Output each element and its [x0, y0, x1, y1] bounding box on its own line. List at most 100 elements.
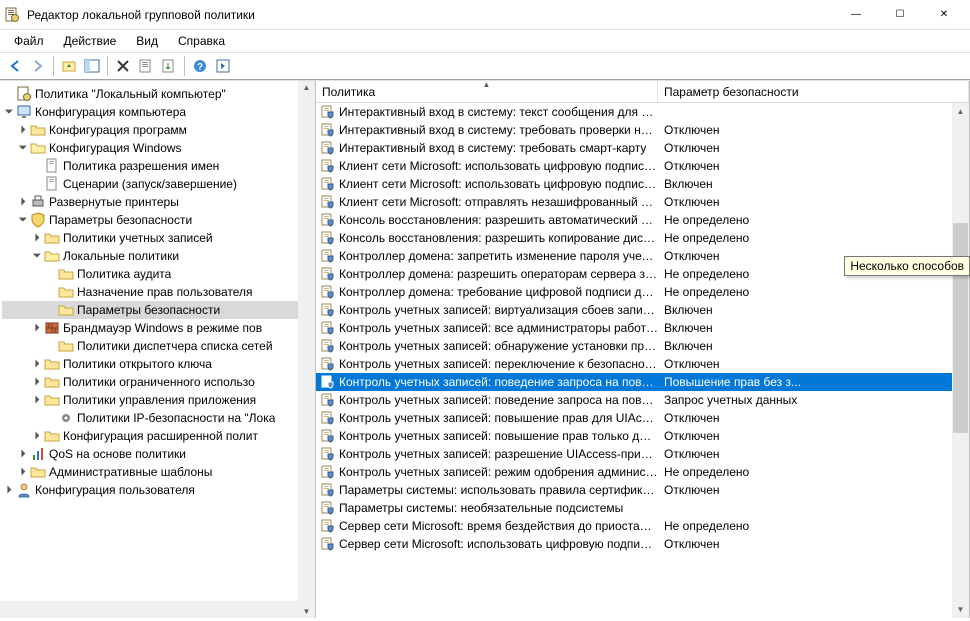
column-security-param[interactable]: Параметр безопасности	[658, 81, 969, 102]
right-scrollbar[interactable]: ▲ ▼	[952, 103, 969, 618]
tree-expander[interactable]: ⏵	[30, 319, 44, 337]
minimize-button[interactable]: —	[834, 1, 878, 29]
tree-expander[interactable]: ⏷	[16, 211, 30, 229]
refresh-button[interactable]	[212, 55, 234, 77]
list-cell-policy: Контроллер домена: требование цифровой п…	[316, 284, 658, 300]
tree-acct-policies[interactable]: ⏵Политики учетных записей	[2, 229, 315, 247]
list-row[interactable]: Консоль восстановления: разрешить автома…	[316, 211, 969, 229]
tree-sec-options[interactable]: Параметры безопасности	[2, 301, 315, 319]
list-cell-policy: Контроль учетных записей: переключение к…	[316, 356, 658, 372]
tree-expander[interactable]: ⏵	[16, 463, 30, 481]
up-button[interactable]	[58, 55, 80, 77]
tree-expander[interactable]: ⏵	[16, 193, 30, 211]
scroll-thumb[interactable]	[953, 223, 968, 433]
tree-netlist[interactable]: Политики диспетчера списка сетей	[2, 337, 315, 355]
list-row[interactable]: Клиент сети Microsoft: использовать цифр…	[316, 157, 969, 175]
tree-expander[interactable]: ⏵	[30, 373, 44, 391]
tree-sec-options-icon	[58, 302, 74, 318]
tree-expander[interactable]: ⏵	[16, 121, 30, 139]
show-hide-tree-button[interactable]	[81, 55, 103, 77]
tree-audit[interactable]: Политика аудита	[2, 265, 315, 283]
tree-label: QoS на основе политики	[49, 445, 186, 463]
tree-win-config[interactable]: ⏷Конфигурация Windows	[2, 139, 315, 157]
back-button[interactable]	[4, 55, 26, 77]
tree-expander[interactable]: ⏵	[30, 229, 44, 247]
list-row[interactable]: Контроль учетных записей: режим одобрени…	[316, 463, 969, 481]
list-cell-policy: Контроль учетных записей: виртуализация …	[316, 302, 658, 318]
list-row[interactable]: Интерактивный вход в систему: требовать …	[316, 121, 969, 139]
list-cell-value: Не определено	[658, 465, 969, 479]
policy-text: Параметры системы: необязательные подсис…	[339, 501, 623, 515]
content-area: Политика "Локальный компьютер"⏷Конфигура…	[0, 80, 970, 618]
menu-help[interactable]: Справка	[170, 32, 233, 50]
scroll-up-icon[interactable]: ▲	[952, 103, 969, 120]
tree-expander[interactable]: ⏵	[16, 445, 30, 463]
maximize-button[interactable]: ☐	[878, 1, 922, 29]
delete-button[interactable]	[112, 55, 134, 77]
tree-qos[interactable]: ⏵ QoS на основе политики	[2, 445, 315, 463]
tree-expander[interactable]: ⏷	[2, 103, 16, 121]
tree-name-policy[interactable]: Политика разрешения имен	[2, 157, 315, 175]
tree-printers[interactable]: ⏵Развернутые принтеры	[2, 193, 315, 211]
tree-admt[interactable]: ⏵Административные шаблоны	[2, 463, 315, 481]
list-row[interactable]: Контроль учетных записей: все администра…	[316, 319, 969, 337]
tree-software-restrict[interactable]: ⏵Политики ограниченного использо	[2, 373, 315, 391]
list-row[interactable]: Клиент сети Microsoft: использовать цифр…	[316, 175, 969, 193]
list-row[interactable]: Контроль учетных записей: поведение запр…	[316, 391, 969, 409]
menu-file[interactable]: Файл	[6, 32, 52, 50]
list-row[interactable]: Сервер сети Microsoft: использовать цифр…	[316, 535, 969, 553]
tree-pane[interactable]: Политика "Локальный компьютер"⏷Конфигура…	[0, 81, 316, 618]
tree-local-policies[interactable]: ⏷Локальные политики	[2, 247, 315, 265]
menu-action[interactable]: Действие	[56, 32, 125, 50]
tree-advaudit[interactable]: ⏵Конфигурация расширенной полит	[2, 427, 315, 445]
tree-expander[interactable]: ⏵	[30, 355, 44, 373]
list-row[interactable]: Сервер сети Microsoft: время бездействия…	[316, 517, 969, 535]
left-scrollbar[interactable]	[298, 81, 315, 618]
policy-text: Контроль учетных записей: виртуализация …	[339, 303, 658, 317]
menu-view[interactable]: Вид	[128, 32, 166, 50]
tree-label: Политики IP-безопасности на "Лока	[77, 409, 275, 427]
tree-firewall[interactable]: ⏵Брандмауэр Windows в режиме пов	[2, 319, 315, 337]
tree-root[interactable]: Политика "Локальный компьютер"	[2, 85, 315, 103]
list-row[interactable]: Параметры системы: использовать правила …	[316, 481, 969, 499]
list-row[interactable]: Контроль учетных записей: поведение запр…	[316, 373, 969, 391]
left-h-scrollbar[interactable]	[0, 601, 298, 618]
properties-button[interactable]	[135, 55, 157, 77]
list-row[interactable]: Контроль учетных записей: повышение прав…	[316, 427, 969, 445]
list-cell-value: Включен	[658, 321, 969, 335]
tree-expander[interactable]: ⏵	[30, 427, 44, 445]
tree-user-config[interactable]: ⏵Конфигурация пользователя	[2, 481, 315, 499]
list-row[interactable]: Консоль восстановления: разрешить копиро…	[316, 229, 969, 247]
tree-scripts[interactable]: Сценарии (запуск/завершение)	[2, 175, 315, 193]
tree-appctrl[interactable]: ⏵Политики управления приложения	[2, 391, 315, 409]
list-row[interactable]: Интерактивный вход в систему: текст сооб…	[316, 103, 969, 121]
list-body[interactable]: Интерактивный вход в систему: текст сооб…	[316, 103, 969, 618]
list-row[interactable]: Клиент сети Microsoft: отправлять незаши…	[316, 193, 969, 211]
separator	[107, 56, 108, 76]
tree-pubkey[interactable]: ⏵Политики открытого ключа	[2, 355, 315, 373]
tree-expander[interactable]: ⏷	[16, 139, 30, 157]
export-button[interactable]	[158, 55, 180, 77]
tree-sec-params[interactable]: ⏷Параметры безопасности	[2, 211, 315, 229]
forward-button[interactable]	[27, 55, 49, 77]
list-row[interactable]: Контроль учетных записей: виртуализация …	[316, 301, 969, 319]
tree-comp-config[interactable]: ⏷Конфигурация компьютера	[2, 103, 315, 121]
tree-expander[interactable]: ⏷	[30, 247, 44, 265]
list-row[interactable]: Контроль учетных записей: разрешение UIA…	[316, 445, 969, 463]
tree-expander[interactable]: ⏵	[30, 391, 44, 409]
close-button[interactable]: ✕	[922, 1, 966, 29]
list-row[interactable]: Контроль учетных записей: переключение к…	[316, 355, 969, 373]
help-button[interactable]: ?	[189, 55, 211, 77]
policy-text: Контроль учетных записей: обнаружение ус…	[339, 339, 658, 353]
list-row[interactable]: Контроль учетных записей: повышение прав…	[316, 409, 969, 427]
tree-expander[interactable]: ⏵	[2, 481, 16, 499]
tree-soft-config[interactable]: ⏵Конфигурация программ	[2, 121, 315, 139]
list-row[interactable]: Интерактивный вход в систему: требовать …	[316, 139, 969, 157]
tree-rights[interactable]: Назначение прав пользователя	[2, 283, 315, 301]
scroll-down-icon[interactable]: ▼	[952, 601, 969, 618]
list-row[interactable]: Контроллер домена: требование цифровой п…	[316, 283, 969, 301]
tree-ipsec[interactable]: Политики IP-безопасности на "Лока	[2, 409, 315, 427]
list-row[interactable]: Контроль учетных записей: обнаружение ус…	[316, 337, 969, 355]
list-row[interactable]: Параметры системы: необязательные подсис…	[316, 499, 969, 517]
column-policy[interactable]: Политика▲	[316, 81, 658, 102]
